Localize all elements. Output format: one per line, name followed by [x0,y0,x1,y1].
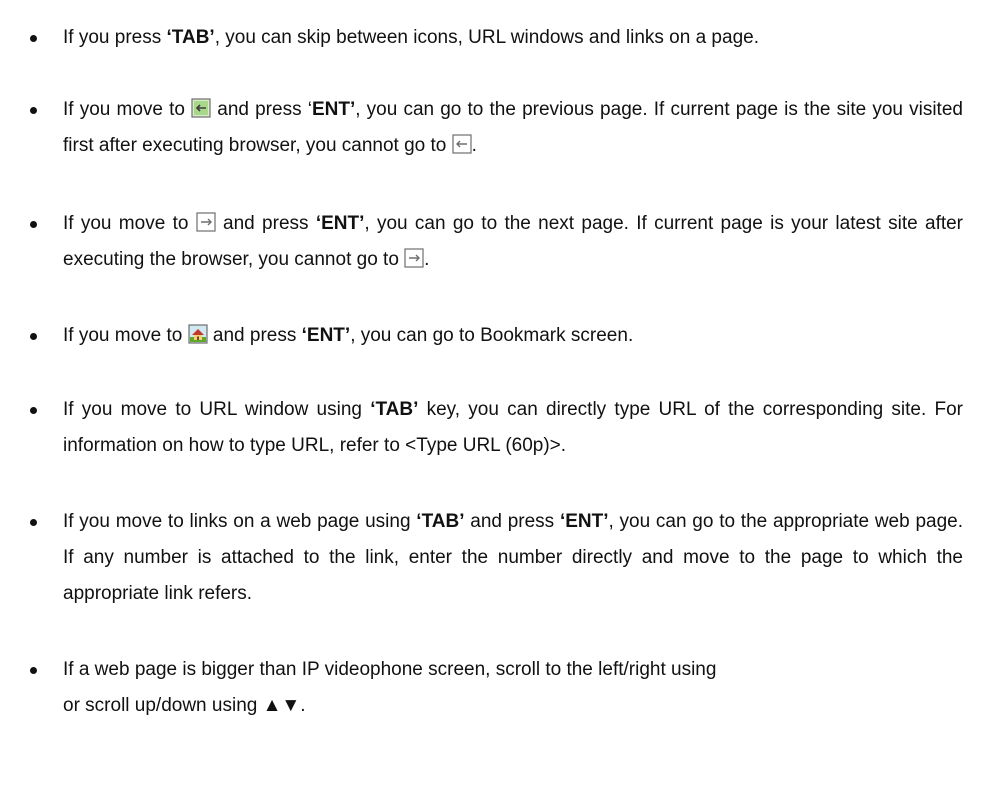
text-run: If you move to [63,99,192,120]
text-run: . [424,249,430,270]
list-item-text: If a web page is bigger than IP videopho… [63,652,963,724]
text-line: or scroll up/down using ▲▼. [63,688,963,724]
back-arrow-icon [452,134,472,154]
list-item-text: If you move to and press ‘ENT’, you can … [63,206,963,278]
text-run: and press [464,511,560,532]
text-run: and press [207,325,302,346]
text-run: If you move to [63,213,196,234]
key-label: ‘TAB’ [166,27,215,48]
text-run: . [471,135,477,156]
list-item-text: If you press ‘TAB’, you can skip between… [63,20,963,56]
bullet-dot [30,519,37,526]
text-run: or scroll up/down using [63,695,263,716]
text-run: and press [215,213,316,234]
up-down-arrow-icon: ▲▼ [262,695,301,716]
bullet-dot [30,667,37,674]
home-bookmark-icon [188,324,208,344]
bullet-dot [30,35,37,42]
key-label: ‘ENT’ [315,213,365,234]
text-run: , you can skip between icons, URL window… [214,27,759,48]
key-label: ‘ENT’ [301,325,351,346]
list-item-text: If you move to URL window using ‘TAB’ ke… [63,392,963,464]
text-run: If you move to links on a web page using [63,511,417,532]
text-run: and press ‘ [211,99,312,120]
list-item-text: If you move to and press ‘ENT’, you can … [63,92,963,164]
back-arrow-icon [191,98,211,118]
bullet-dot [30,107,37,114]
text-run: If a web page is bigger than IP videopho… [63,659,717,680]
bullet-dot [30,333,37,340]
text-run: If you move to URL window using [63,399,371,420]
key-label: ENT’ [311,99,356,120]
list-item-text: If you move to and press ‘ENT’, you can … [63,318,963,354]
text-run: , you can go to Bookmark screen. [350,325,634,346]
bullet-dot [30,221,37,228]
forward-arrow-icon [404,248,424,268]
bullet-dot [30,407,37,414]
text-run: If you press [63,27,167,48]
text-run: . [300,695,306,716]
manual-page: If you press ‘TAB’, you can skip between… [0,0,1005,802]
key-label: ‘TAB’ [416,511,465,532]
list-item-text: If you move to links on a web page using… [63,504,963,612]
text-run: If you move to [63,325,188,346]
key-label: ‘ENT’ [559,511,609,532]
forward-arrow-icon [196,212,216,232]
key-label: ‘TAB’ [370,399,419,420]
